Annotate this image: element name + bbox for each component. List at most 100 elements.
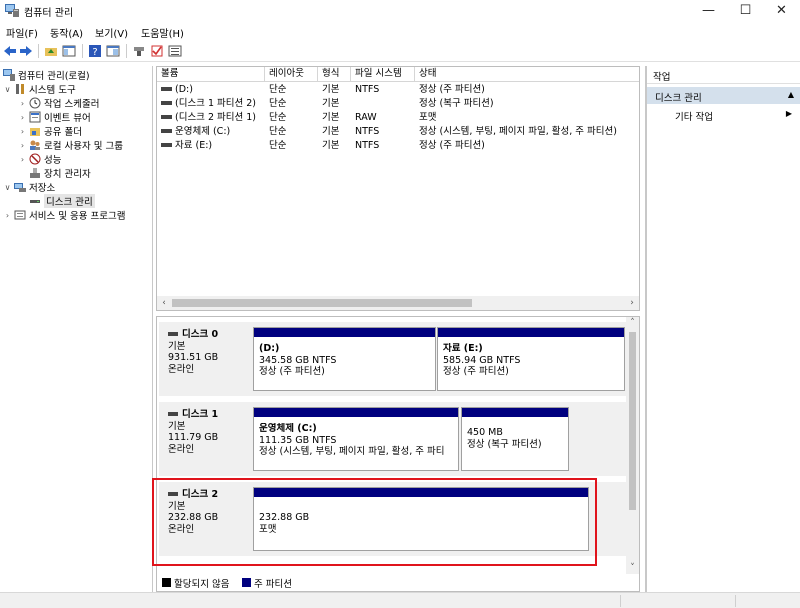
collapse-up-icon[interactable]: ▲ — [788, 90, 794, 99]
tree-item-storage[interactable]: ∨ 저장소 — [3, 180, 56, 195]
services-icon — [14, 210, 26, 220]
computer-management-icon — [3, 69, 15, 81]
expand-chevron-icon[interactable]: › — [18, 141, 27, 150]
properties-view-icon[interactable] — [106, 44, 120, 58]
column-header-status[interactable]: 상태 — [415, 67, 639, 82]
check-task-icon[interactable] — [150, 44, 164, 58]
menu-file[interactable]: 파일(F) — [6, 25, 38, 40]
status-bar — [0, 592, 800, 608]
scrollbar-thumb[interactable] — [629, 332, 636, 510]
volume-list-header: 볼륨 레이아웃 형식 파일 시스템 상태 — [157, 67, 639, 82]
actions-header: 작업 — [647, 66, 800, 84]
vertical-scrollbar[interactable]: ˄ ˅ — [626, 317, 639, 575]
drive-icon — [161, 142, 172, 147]
device-manager-icon — [30, 168, 40, 178]
scroll-up-icon[interactable]: ˄ — [626, 317, 639, 330]
primary-partition-bar — [254, 408, 458, 417]
column-header-type[interactable]: 형식 — [318, 67, 351, 82]
scroll-left-icon[interactable]: ‹ — [157, 296, 171, 310]
legend: 할당되지 않음 주 파티션 — [156, 574, 640, 592]
system-tools-icon — [16, 84, 24, 94]
partition-d[interactable]: (D:) 345.58 GB NTFS 정상 (주 파티션) — [253, 327, 436, 391]
primary-swatch — [242, 578, 251, 587]
primary-partition-bar — [438, 328, 624, 337]
actions-section-disk-management[interactable]: 디스크 관리 ▲ — [647, 87, 800, 104]
collapse-chevron-icon[interactable]: ∨ — [3, 183, 12, 192]
volume-row[interactable]: (디스크 2 파티션 1) 단순 기본 RAW 포맷 — [157, 111, 639, 125]
unallocated-swatch — [162, 578, 171, 587]
toolbar-separator — [38, 44, 39, 58]
submenu-arrow-icon: ▶ — [785, 109, 792, 118]
storage-icon — [14, 183, 26, 192]
menu-help[interactable]: 도움말(H) — [141, 25, 184, 40]
disk-2-highlight — [152, 478, 597, 566]
maximize-button[interactable]: ☐ — [727, 0, 764, 22]
column-header-volume[interactable]: 볼륨 — [157, 67, 265, 82]
legend-primary: 주 파티션 — [254, 579, 292, 590]
primary-partition-bar — [462, 408, 568, 417]
close-button[interactable]: ✕ — [763, 0, 800, 22]
disk-0-block: 디스크 0 기본 931.51 GB 온라인 (D:) 345.58 GB NT… — [159, 322, 627, 396]
scroll-right-icon[interactable]: › — [625, 296, 639, 310]
expand-chevron-icon[interactable]: › — [3, 211, 12, 220]
up-folder-icon[interactable] — [44, 44, 58, 58]
navigation-tree: 컴퓨터 관리(로컬) ∨ 시스템 도구 › 작업 스케줄러 › 이벤트 뷰어 ›… — [0, 66, 152, 592]
shared-folder-icon — [30, 128, 40, 136]
volume-row[interactable]: (디스크 1 파티션 2) 단순 기본 정상 (복구 파티션) — [157, 97, 639, 111]
users-icon — [30, 140, 40, 150]
show-hide-tree-icon[interactable] — [62, 44, 76, 58]
column-header-layout[interactable]: 레이아웃 — [265, 67, 318, 82]
partition-c[interactable]: 운영체제 (C:) 111.35 GB NTFS 정상 (시스템, 부팅, 페이… — [253, 407, 459, 471]
column-header-file-system[interactable]: 파일 시스템 — [351, 67, 415, 82]
menu-bar: 파일(F) 동작(A) 보기(V) 도움말(H) — [0, 22, 800, 40]
computer-management-icon — [5, 4, 19, 17]
scrollbar-thumb[interactable] — [172, 299, 472, 307]
volume-row[interactable]: 운영체제 (C:) 단순 기본 NTFS 정상 (시스템, 부팅, 페이지 파일… — [157, 125, 639, 139]
collapse-chevron-icon[interactable]: ∨ — [3, 85, 12, 94]
window-title: 컴퓨터 관리 — [24, 8, 74, 19]
help-icon[interactable]: ? — [88, 44, 102, 58]
volume-row[interactable]: (D:) 단순 기본 NTFS 정상 (주 파티션) — [157, 83, 639, 97]
event-viewer-icon — [29, 111, 41, 123]
expand-chevron-icon[interactable]: › — [18, 155, 27, 164]
minimize-button[interactable]: — — [690, 0, 727, 22]
expand-chevron-icon[interactable]: › — [18, 127, 27, 136]
horizontal-scrollbar[interactable]: ‹ › — [157, 296, 639, 310]
menu-action[interactable]: 동작(A) — [50, 25, 83, 40]
drive-icon — [161, 128, 172, 133]
tree-item-services[interactable]: › 서비스 및 응용 프로그램 — [3, 208, 125, 222]
tree-item-local-users[interactable]: › 로컬 사용자 및 그룹 — [18, 138, 123, 152]
status-separator — [620, 595, 621, 607]
title-bar: 컴퓨터 관리 — ☐ ✕ — [0, 0, 800, 22]
actions-pane: 작업 디스크 관리 ▲ 기타 작업 ▶ — [646, 66, 800, 592]
toolbar-separator — [126, 44, 127, 58]
toolbar-separator — [82, 44, 83, 58]
back-arrow-icon[interactable] — [3, 44, 17, 58]
toolbar: ? — [0, 40, 800, 62]
drive-icon — [161, 100, 172, 105]
volume-row[interactable]: 자료 (E:) 단순 기본 NTFS 정상 (주 파티션) — [157, 139, 639, 153]
expand-chevron-icon[interactable]: › — [18, 113, 27, 122]
tree-item-performance[interactable]: › 성능 — [18, 152, 61, 166]
tree-item-event-viewer[interactable]: › 이벤트 뷰어 — [18, 110, 91, 124]
expand-chevron-icon[interactable]: › — [18, 99, 27, 108]
list-view-icon[interactable] — [168, 44, 182, 58]
forward-arrow-icon[interactable] — [19, 44, 33, 58]
volume-list: 볼륨 레이아웃 형식 파일 시스템 상태 (D:) 단순 기본 NTFS 정상 … — [156, 66, 640, 311]
legend-unallocated: 할당되지 않음 — [174, 579, 230, 590]
action-more-actions[interactable]: 기타 작업 ▶ — [647, 106, 800, 123]
tree-item-computer-management[interactable]: 컴퓨터 관리(로컬) — [3, 68, 90, 82]
disk-info[interactable]: 디스크 1 기본 111.79 GB 온라인 — [159, 402, 251, 476]
disk-info[interactable]: 디스크 0 기본 931.51 GB 온라인 — [159, 322, 251, 396]
connect-icon[interactable] — [132, 44, 146, 58]
tree-item-shared-folders[interactable]: › 공유 폴더 — [18, 124, 82, 139]
tree-item-disk-management[interactable]: 디스크 관리 — [29, 194, 95, 208]
svg-text:?: ? — [92, 47, 97, 58]
tree-item-task-scheduler[interactable]: › 작업 스케줄러 — [18, 96, 99, 110]
partition-e[interactable]: 자료 (E:) 585.94 GB NTFS 정상 (주 파티션) — [437, 327, 625, 391]
tree-item-system-tools[interactable]: ∨ 시스템 도구 — [3, 82, 76, 96]
menu-view[interactable]: 보기(V) — [95, 25, 128, 40]
tree-item-device-manager[interactable]: 장치 관리자 — [29, 166, 91, 180]
disk-icon — [168, 411, 178, 416]
partition-recovery[interactable]: 450 MB 정상 (복구 파티션) — [461, 407, 569, 471]
